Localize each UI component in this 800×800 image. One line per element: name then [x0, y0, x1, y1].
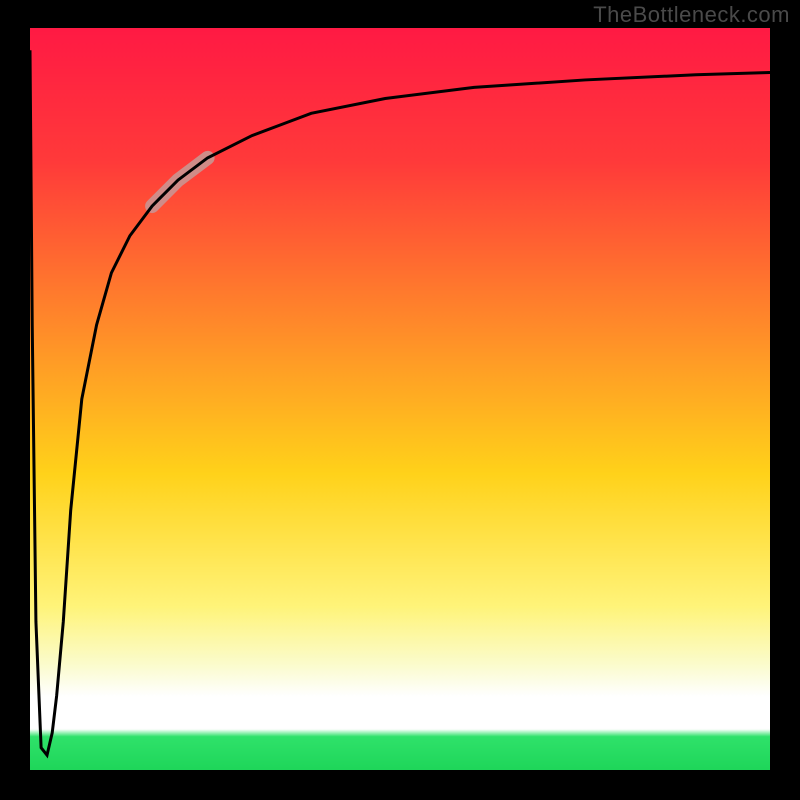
main-curve	[30, 50, 770, 755]
chart-curve-layer	[30, 28, 770, 770]
watermark-text: TheBottleneck.com	[593, 2, 790, 28]
